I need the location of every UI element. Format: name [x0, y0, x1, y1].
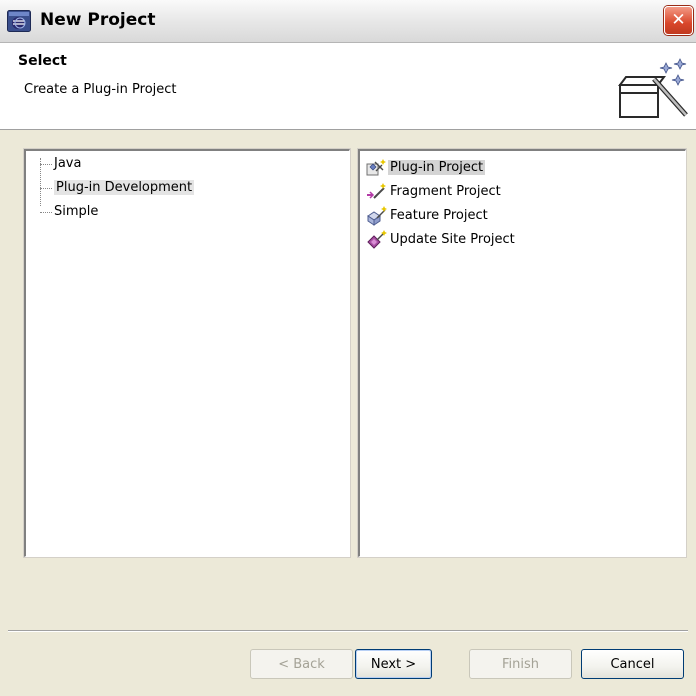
- tree-item-simple[interactable]: Simple: [54, 202, 98, 222]
- wizard-banner: Select Create a Plug-in Project: [0, 43, 696, 130]
- banner-description: Create a Plug-in Project: [24, 82, 177, 97]
- back-button[interactable]: < Back: [250, 649, 353, 679]
- feature-project-icon: [367, 206, 387, 226]
- cancel-button[interactable]: Cancel: [581, 649, 684, 679]
- eclipse-app-icon: [7, 10, 31, 32]
- button-bar-separator: [8, 630, 688, 632]
- list-item-update-site-project[interactable]: Update Site Project: [366, 229, 517, 251]
- tree-connector: [40, 164, 52, 165]
- list-item-label: Feature Project: [390, 208, 488, 223]
- list-item-fragment-project[interactable]: Fragment Project: [366, 181, 503, 203]
- plugin-project-icon: [366, 159, 386, 176]
- update-site-project-icon: [367, 230, 387, 249]
- banner-title: Select: [18, 53, 67, 69]
- list-item-feature-project[interactable]: Feature Project: [366, 205, 490, 227]
- next-button[interactable]: Next >: [355, 649, 432, 679]
- tree-item-label: Simple: [54, 204, 99, 219]
- list-item-label: Fragment Project: [390, 184, 501, 199]
- finish-button[interactable]: Finish: [469, 649, 572, 679]
- tree-item-java[interactable]: Java: [54, 154, 81, 174]
- tree-item-plug-in-development[interactable]: Plug-in Development: [54, 178, 195, 198]
- close-button[interactable]: ✕: [664, 6, 693, 35]
- title-bar[interactable]: New Project ✕: [0, 0, 696, 43]
- fragment-project-icon: [367, 183, 386, 199]
- list-item-plug-in-project[interactable]: Plug-in Project: [366, 157, 486, 179]
- tree-item-label: Java: [54, 156, 82, 171]
- tree-item-label: Plug-in Development: [54, 180, 195, 195]
- window-title: New Project: [40, 10, 156, 30]
- tree-connector: [40, 158, 41, 206]
- new-project-dialog: New Project ✕ Select Create a Plug-in Pr…: [0, 0, 696, 696]
- close-icon: ✕: [671, 10, 686, 30]
- list-item-label: Plug-in Project: [388, 160, 486, 175]
- project-wizard-list[interactable]: Plug-in Project Fragment Project Feature…: [358, 149, 686, 557]
- new-project-wizard-icon: [618, 58, 688, 118]
- list-item-label: Update Site Project: [390, 232, 515, 247]
- project-category-tree[interactable]: Java Plug-in Development Simple: [24, 149, 350, 557]
- tree-connector: [40, 212, 52, 213]
- tree-connector: [40, 188, 52, 189]
